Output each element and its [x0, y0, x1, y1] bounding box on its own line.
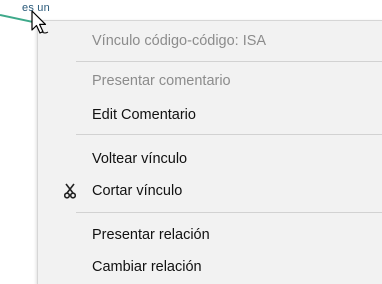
- menu-item-link-code-code-isa: Vínculo código-código: ISA: [38, 27, 382, 55]
- mouse-pointer-icon: [31, 10, 51, 38]
- menu-separator: [76, 61, 382, 62]
- menu-item-cut-link[interactable]: Cortar vínculo: [38, 177, 382, 205]
- screen: es un Vínculo código-código: ISA Present…: [0, 0, 382, 284]
- menu-item-label: Cambiar relación: [92, 259, 202, 275]
- menu-item-flip-link[interactable]: Voltear vínculo: [38, 145, 382, 173]
- menu-item-label: Voltear vínculo: [92, 151, 188, 167]
- menu-item-edit-comment[interactable]: Edit Comentario: [38, 101, 382, 129]
- menu-separator: [76, 212, 382, 213]
- context-menu: Vínculo código-código: ISA Presentar com…: [37, 20, 382, 284]
- menu-item-label: Vínculo código-código: ISA: [92, 33, 267, 49]
- menu-item-label: Presentar relación: [92, 227, 210, 243]
- menu-item-label: Cortar vínculo: [92, 183, 183, 199]
- menu-item-label: Edit Comentario: [92, 107, 196, 123]
- menu-item-label: Presentar comentario: [92, 73, 231, 89]
- menu-item-show-relation[interactable]: Presentar relación: [38, 221, 382, 249]
- menu-separator: [76, 134, 382, 135]
- menu-item-change-relation[interactable]: Cambiar relación: [38, 253, 382, 281]
- scissors-icon: [62, 182, 78, 200]
- menu-item-show-comment: Presentar comentario: [38, 67, 382, 95]
